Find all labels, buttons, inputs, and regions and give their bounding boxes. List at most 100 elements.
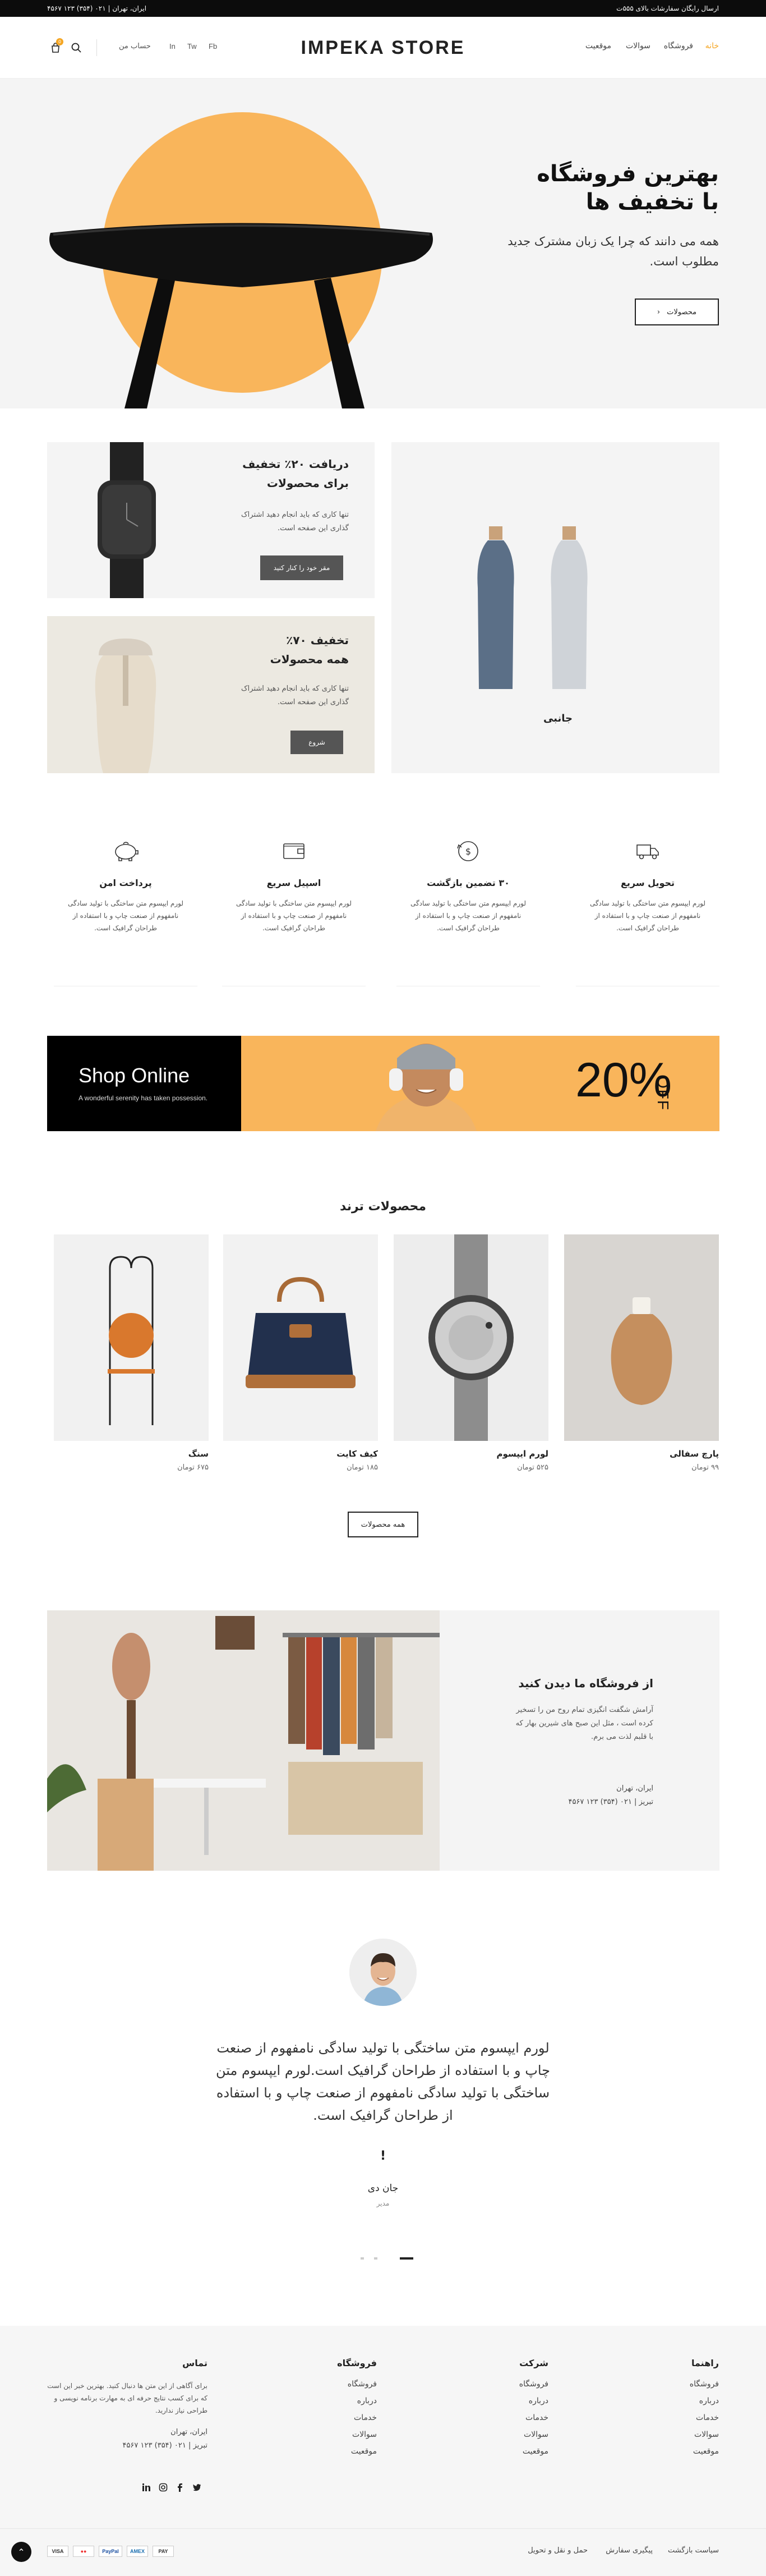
visit-store-section: از فروشگاه ما دیدن کنید آرامش شگفت انگیز… (47, 1610, 719, 1871)
footer-link-shipping[interactable]: حمل و نقل و تحویل (528, 2546, 588, 2555)
feature-title: پرداخت امن (99, 878, 152, 888)
footer-link-returns[interactable]: سیاست بازگشت (668, 2546, 719, 2555)
slider-dot-2[interactable] (374, 2257, 377, 2260)
testimonial-quote: لورم ایپسوم متن ساختگی با تولید سادگی نا… (215, 2040, 551, 2123)
product-name[interactable]: پارچ سفالی (564, 1449, 719, 1459)
contact-info: ایران، تهران | ۰۲۱ (۳۵۴) ۱۲۳ ۴۵۶۷ (47, 4, 147, 12)
product-name[interactable]: کیف کایت (223, 1449, 378, 1459)
footer-col-title: راهنما (691, 2358, 719, 2368)
product-price: ۹۹ تومان (691, 1463, 719, 1472)
scroll-to-top-button[interactable]: ⌃ (11, 2542, 31, 2562)
chevron-left-icon: ‹ (657, 307, 661, 316)
product-image-jug (564, 1234, 719, 1441)
nav-faq[interactable]: سوالات (626, 42, 650, 50)
slider-dot-1[interactable] (361, 2257, 364, 2260)
site-logo[interactable]: IMPEKA STORE (297, 37, 469, 59)
banner-off: OFF (654, 1076, 672, 1111)
hero-stool-image (49, 112, 433, 408)
nav-home[interactable]: خانه (705, 42, 719, 50)
feature-fast-delivery: تحویل سریع لورم ایپسوم متن ساختگی با تول… (576, 837, 719, 986)
footer-link[interactable]: سوالات (629, 2430, 719, 2439)
payment-pay-icon: PAY (153, 2546, 174, 2557)
hero-section: بهترین فروشگاه با تخفیف ها همه می دانند ک… (0, 79, 766, 408)
instagram-icon[interactable] (159, 2483, 168, 2492)
footer-link[interactable]: سوالات (459, 2430, 548, 2439)
hero-text: همه می دانند که چرا یک زبان مشترک جدید م… (507, 235, 719, 268)
feature-text: لورم ایپسوم متن ساختگی با تولید سادگی نا… (67, 899, 184, 932)
feature-secure-payment: پرداخت امن لورم ایپسوم متن ساختگی با تول… (54, 837, 197, 986)
products-button[interactable]: محصولات ‹ (635, 299, 719, 325)
promo-card-2-text: تنها کاری که باید انجام دهید اشتراک گذار… (241, 685, 349, 706)
footer-col-company: شرکت فروشگاه درباره خدمات سوالات موقعیت (459, 2358, 548, 2464)
piggy-bank-icon (115, 842, 139, 861)
social-link-fb[interactable]: Fb (209, 42, 217, 50)
shipping-notice: ارسال رایگان سفارشات بالای ۵۵۵ت (616, 4, 719, 12)
social-link-tw[interactable]: Tw (187, 42, 197, 50)
promo-card-1-button[interactable]: مقر خود را کنار کنید (260, 555, 343, 580)
footer-link[interactable]: درباره (287, 2396, 377, 2405)
banner-dark-panel: Shop Online A wonderful serenity has tak… (47, 1036, 241, 1131)
all-products-button[interactable]: همه محصولات (348, 1512, 418, 1537)
footer-link[interactable]: موقعیت (629, 2447, 719, 2456)
promo-card-2-title-line1: تخفیف ۷۰٪ (286, 633, 349, 647)
social-link-in[interactable]: In (169, 42, 176, 50)
facebook-icon[interactable] (176, 2483, 184, 2492)
payment-paypal-icon: PayPal (99, 2546, 122, 2557)
account-link[interactable]: حساب من (119, 42, 151, 50)
footer-link[interactable]: فروشگاه (629, 2380, 719, 2389)
promo-card-2-title-line2: همه محصولات (270, 653, 349, 666)
footer-link[interactable]: سوالات (287, 2430, 377, 2439)
nav-location[interactable]: موقعیت (585, 42, 611, 50)
testimonial-mark: ! (380, 2149, 386, 2163)
footer-contact-address: ایران، تهران تبریز | ۰۲۱ (۳۵۴) ۱۲۳ ۴۵۶۷ (47, 2426, 207, 2453)
cart-count-badge: 0 (56, 38, 63, 45)
store-interior-image (47, 1610, 440, 1871)
promo-accessories-card[interactable]: جانبی (391, 442, 719, 773)
linkedin-icon[interactable] (142, 2483, 151, 2492)
product-card[interactable]: پارچ سفالی ۹۹ تومان (564, 1234, 719, 1472)
site-header: خانه فروشگاه سوالات موقعیت IMPEKA STORE … (0, 17, 766, 79)
hero-title-line1: بهترین فروشگاه (537, 161, 719, 187)
footer-link[interactable]: خدمات (459, 2413, 548, 2422)
promo-card-1-text: تنها کاری که باید انجام دهید اشتراک گذار… (241, 511, 349, 532)
footer-link[interactable]: درباره (629, 2396, 719, 2405)
promo-card-1-title-line2: برای محصولات (266, 476, 349, 490)
footer-link[interactable]: درباره (459, 2396, 548, 2405)
footer-link[interactable]: موقعیت (459, 2447, 548, 2456)
product-card[interactable]: کیف کایت ۱۸۵ تومان (223, 1234, 378, 1472)
footer-link[interactable]: موقعیت (287, 2447, 377, 2456)
nav-shop[interactable]: فروشگاه (664, 42, 693, 50)
footer-link-tracking[interactable]: پیگیری سفارش (606, 2546, 653, 2555)
promo-accessories-label: جانبی (543, 713, 573, 724)
feature-text: لورم ایپسوم متن ساختگی با تولید سادگی نا… (236, 899, 352, 932)
product-price: ۵۲۵ تومان (517, 1463, 548, 1472)
feature-title: تحویل سریع (620, 878, 675, 888)
promo-card-2-button[interactable]: شروع (290, 731, 343, 754)
vase-image (95, 639, 156, 773)
chevron-up-icon: ⌃ (17, 2546, 25, 2557)
slider-dot-active[interactable] (400, 2257, 413, 2260)
footer-link[interactable]: فروشگاه (287, 2380, 377, 2389)
products-button-label: محصولات (667, 307, 697, 316)
twitter-icon[interactable] (192, 2483, 201, 2492)
search-icon[interactable] (71, 42, 82, 56)
product-name[interactable]: سنگ (54, 1449, 209, 1459)
footer-col-title: شرکت (519, 2358, 548, 2368)
footer-link[interactable]: خدمات (629, 2413, 719, 2422)
truck-icon (636, 844, 659, 860)
footer-link[interactable]: خدمات (287, 2413, 377, 2422)
shop-online-banner[interactable]: Shop Online A wonderful serenity has tak… (47, 1036, 719, 1131)
product-name[interactable]: لورم ایپسوم (394, 1449, 548, 1459)
cart-icon[interactable]: 0 (49, 38, 63, 54)
product-card[interactable]: لورم ایپسوم ۵۲۵ تومان (394, 1234, 548, 1472)
footer-col-guide: راهنما فروشگاه درباره خدمات سوالات موقعی… (629, 2358, 719, 2464)
footer-link[interactable]: فروشگاه (459, 2380, 548, 2389)
product-image-bag (223, 1234, 378, 1441)
footer-contact-text: برای آگاهی از این متن ها دنبال کنید. بهت… (47, 2382, 207, 2414)
store-title: از فروشگاه ما دیدن کنید (518, 1677, 653, 1690)
feature-money-back: $ ۳۰ تضمین بازگشت لورم ایپسوم متن ساختگی… (396, 837, 540, 986)
promo-card-1-title: دریافت ۲۰٪ تخفیف برای محصولات (242, 454, 349, 493)
product-card[interactable]: سنگ ۶۷۵ تومان (54, 1234, 209, 1472)
product-price: ۱۸۵ تومان (347, 1463, 378, 1472)
promo-card-2-title: تخفیف ۷۰٪ همه محصولات (270, 631, 349, 669)
